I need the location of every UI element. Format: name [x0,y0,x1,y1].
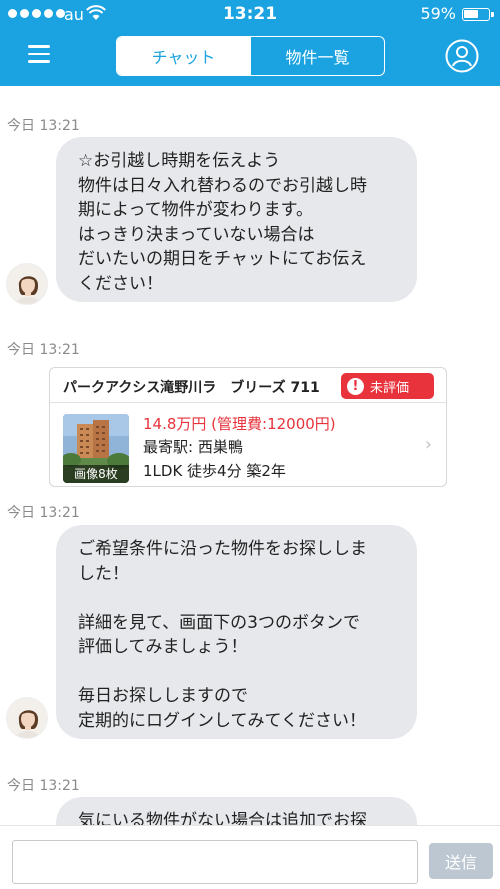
status-badge: ! 未評価 [341,373,434,399]
message-line: はっきり決まっていない場合は [78,224,315,245]
menu-icon [28,45,50,48]
message-line: ください！ [78,273,163,294]
property-specs: 1LDK 徒歩4分 築2年 [143,462,286,480]
battery-icon [462,8,494,21]
send-button[interactable]: 送信 [429,843,493,879]
alert-icon: ! [347,377,364,395]
divider [50,402,446,403]
message-line: 詳細を見て、画面下の3つのボタンで [78,612,360,633]
message-line: 気にいる物件がない場合は追加でお探 [78,811,367,825]
tab-property-list[interactable]: 物件一覧 [250,37,384,75]
photo-count: 画像8枚 [63,465,129,483]
profile-icon[interactable] [445,39,479,73]
message-composer: 送信 [0,825,500,889]
agent-avatar [6,697,48,739]
property-name: パークアクシス滝野川ラ ブリーズ 711 [63,380,320,396]
message-timestamp: 今日 13:21 [7,118,80,134]
message-line: だいたいの期日をチャットにてお伝え [78,249,367,269]
message-input[interactable] [12,840,418,884]
status-bar: au 13:21 59% [0,0,500,30]
message-timestamp: 今日 13:21 [7,342,80,358]
message-line: した！ [78,563,129,584]
chat-screen: au 13:21 59% チャット 物件一覧 今日 13:21 ☆お引越し時期を… [0,0,500,889]
message-line: 期によって物件が変わります。 [78,200,313,220]
property-photo[interactable]: 画像8枚 [63,414,129,483]
message-line: 定期的にログインしてみてください！ [78,710,366,731]
app-header: au 13:21 59% チャット 物件一覧 [0,0,500,86]
chevron-right-icon: › [424,434,432,455]
message-line: 毎日お探ししますので [78,686,248,706]
message-bubble: ご希望条件に沿った物件をお探ししま した！ 詳細を見て、画面下の3つのボタンで … [56,525,417,739]
menu-button[interactable] [24,40,54,68]
message-line [78,660,397,685]
agent-avatar [6,263,48,305]
battery-percent: 59% [420,4,456,23]
property-price: 14.8万円 (管理費:12000円) [143,415,336,433]
message-bubble: 気にいる物件がない場合は追加でお探 [56,797,417,825]
chat-log[interactable]: 今日 13:21 ☆お引越し時期を伝えよう 物件は日々入れ替わるのでお引越し時 … [0,86,500,825]
view-switcher: チャット 物件一覧 [116,36,385,76]
nearest-station: 最寄駅: 西巣鴨 [143,438,243,456]
message-line: ☆お引越し時期を伝えよう [78,151,281,171]
message-line [78,586,397,611]
message-timestamp: 今日 13:21 [7,505,80,521]
message-bubble: ☆お引越し時期を伝えよう 物件は日々入れ替わるのでお引越し時 期によって物件が変… [56,137,417,302]
message-line: 評価してみましょう！ [78,637,248,657]
message-timestamp: 今日 13:21 [7,778,80,794]
message-line: 物件は日々入れ替わるのでお引越し時 [78,175,367,196]
message-line: ご希望条件に沿った物件をお探ししま [78,539,367,559]
status-badge-label: 未評価 [370,380,410,396]
property-card[interactable]: パークアクシス滝野川ラ ブリーズ 711 ! 未評価 画像8枚 14.8万円 (… [49,367,447,487]
tab-chat[interactable]: チャット [117,37,250,75]
